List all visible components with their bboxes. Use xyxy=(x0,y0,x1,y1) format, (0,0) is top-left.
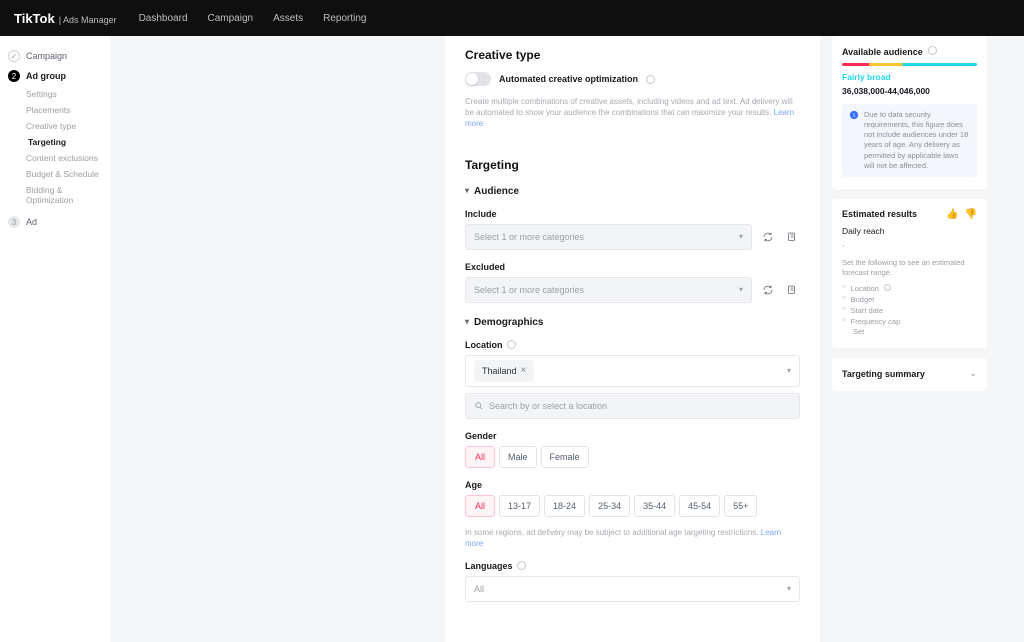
estimated-help-text: Set the following to see an estimated fo… xyxy=(842,258,977,278)
info-icon[interactable] xyxy=(517,561,526,570)
info-icon[interactable] xyxy=(884,284,891,291)
include-label: Include xyxy=(465,209,800,219)
age-segment-group: All 13-17 18-24 25-34 35-44 45-54 55+ xyxy=(465,495,800,517)
location-search-input[interactable]: Search by or select a location xyxy=(465,393,800,419)
location-chip: Thailand × xyxy=(474,360,534,382)
age-55p[interactable]: 55+ xyxy=(724,495,757,517)
brand: TikTok | Ads Manager xyxy=(14,11,117,26)
sidebar-item-budget-schedule[interactable]: Budget & Schedule xyxy=(0,166,110,182)
list-item: Start date xyxy=(842,305,977,316)
age-25-34[interactable]: 25-34 xyxy=(589,495,630,517)
sidebar-item-settings[interactable]: Settings xyxy=(0,86,110,102)
info-icon[interactable] xyxy=(507,340,516,349)
creative-type-heading: Creative type xyxy=(465,48,800,62)
gender-segment-group: All Male Female xyxy=(465,446,800,468)
thumbs-down-icon[interactable]: 👎 xyxy=(965,209,977,220)
create-icon[interactable] xyxy=(784,282,800,298)
languages-label: Languages xyxy=(465,561,800,571)
estimated-required-list: Location Budget Start date Frequency cap… xyxy=(842,283,977,336)
age-18-24[interactable]: 18-24 xyxy=(544,495,585,517)
list-item: Location xyxy=(842,283,977,294)
info-icon: i xyxy=(849,110,859,120)
aco-label: Automated creative optimization xyxy=(499,74,638,84)
card-title: Available audience xyxy=(842,46,977,57)
list-item: Frequency cap xyxy=(842,316,977,327)
thumbs-up-icon[interactable]: 👍 xyxy=(946,209,958,220)
include-select[interactable]: Select 1 or more categories xyxy=(465,224,752,250)
step-label: Ad xyxy=(26,217,37,227)
search-icon xyxy=(474,401,484,411)
audience-band-label: Fairly broad xyxy=(842,72,977,82)
right-rail: Available audience Fairly broad 36,038,0… xyxy=(832,36,987,642)
check-icon: ✓ xyxy=(8,50,20,62)
step-adgroup[interactable]: 2 Ad group xyxy=(0,66,110,86)
svg-text:i: i xyxy=(853,113,854,119)
info-icon[interactable] xyxy=(928,46,937,55)
location-chip-box[interactable]: Thailand × xyxy=(465,355,800,387)
card-title: Targeting summary xyxy=(842,369,925,379)
step-number-icon: 3 xyxy=(8,216,20,228)
feedback-thumbs: 👍 👎 xyxy=(946,209,977,220)
estimated-metric-value: - xyxy=(842,240,977,250)
step-campaign[interactable]: ✓ Campaign xyxy=(0,46,110,66)
nav-links: Dashboard Campaign Assets Reporting xyxy=(139,13,367,24)
estimated-metric-label: Daily reach xyxy=(842,226,977,236)
brand-name: TikTok xyxy=(14,11,55,26)
sidebar-item-creative-type[interactable]: Creative type xyxy=(0,118,110,134)
audience-note: i Due to data security requirements, thi… xyxy=(842,104,977,177)
nav-campaign[interactable]: Campaign xyxy=(208,13,254,24)
age-35-44[interactable]: 35-44 xyxy=(634,495,675,517)
gender-male[interactable]: Male xyxy=(499,446,537,468)
excluded-select[interactable]: Select 1 or more categories xyxy=(465,277,752,303)
refresh-icon[interactable] xyxy=(760,282,776,298)
chevron-down-icon[interactable]: ⌄ xyxy=(969,368,977,379)
create-icon[interactable] xyxy=(784,229,800,245)
audience-meter xyxy=(842,63,977,66)
targeting-summary-card[interactable]: Targeting summary ⌄ xyxy=(832,358,987,391)
sidebar-item-content-exclusions[interactable]: Content exclusions xyxy=(0,150,110,166)
age-13-17[interactable]: 13-17 xyxy=(499,495,540,517)
sidebar: ✓ Campaign 2 Ad group Settings Placement… xyxy=(0,36,110,642)
gender-label: Gender xyxy=(465,431,800,441)
step-ad[interactable]: 3 Ad xyxy=(0,212,110,232)
aco-toggle[interactable] xyxy=(465,72,491,86)
targeting-heading: Targeting xyxy=(465,158,800,172)
brand-subtitle: | Ads Manager xyxy=(59,15,117,25)
step-number-icon: 2 xyxy=(8,70,20,82)
refresh-icon[interactable] xyxy=(760,229,776,245)
audience-subheader[interactable]: Audience xyxy=(465,186,800,197)
age-label: Age xyxy=(465,480,800,490)
languages-select[interactable]: All xyxy=(465,576,800,602)
top-nav: TikTok | Ads Manager Dashboard Campaign … xyxy=(0,0,1024,36)
age-45-54[interactable]: 45-54 xyxy=(679,495,720,517)
nav-dashboard[interactable]: Dashboard xyxy=(139,13,188,24)
age-note: In some regions, ad delivery may be subj… xyxy=(465,527,800,549)
sidebar-item-targeting[interactable]: Targeting xyxy=(0,134,110,150)
estimated-results-card: Estimated results 👍 👎 Daily reach - Set … xyxy=(832,199,987,348)
nav-assets[interactable]: Assets xyxy=(273,13,303,24)
aco-description: Create multiple combinations of creative… xyxy=(465,96,800,130)
gender-all[interactable]: All xyxy=(465,446,495,468)
step-label: Campaign xyxy=(26,51,67,61)
sidebar-item-bidding-optimization[interactable]: Bidding & Optimization xyxy=(0,182,110,208)
excluded-label: Excluded xyxy=(465,262,800,272)
info-icon[interactable] xyxy=(646,75,655,84)
card-title: Estimated results 👍 👎 xyxy=(842,209,977,220)
demographics-subheader[interactable]: Demographics xyxy=(465,317,800,328)
list-item: Budget xyxy=(842,294,977,305)
age-all[interactable]: All xyxy=(465,495,495,517)
sidebar-item-placements[interactable]: Placements xyxy=(0,102,110,118)
available-audience-card: Available audience Fairly broad 36,038,0… xyxy=(832,36,987,189)
gender-female[interactable]: Female xyxy=(541,446,589,468)
main-panel: Creative type Automated creative optimiz… xyxy=(445,36,820,642)
step-label: Ad group xyxy=(26,71,66,81)
audience-range: 36,038,000-44,046,000 xyxy=(842,86,977,96)
location-label: Location xyxy=(465,340,800,350)
nav-reporting[interactable]: Reporting xyxy=(323,13,366,24)
chip-remove-icon[interactable]: × xyxy=(521,365,527,376)
set-hint: Set xyxy=(842,327,977,336)
